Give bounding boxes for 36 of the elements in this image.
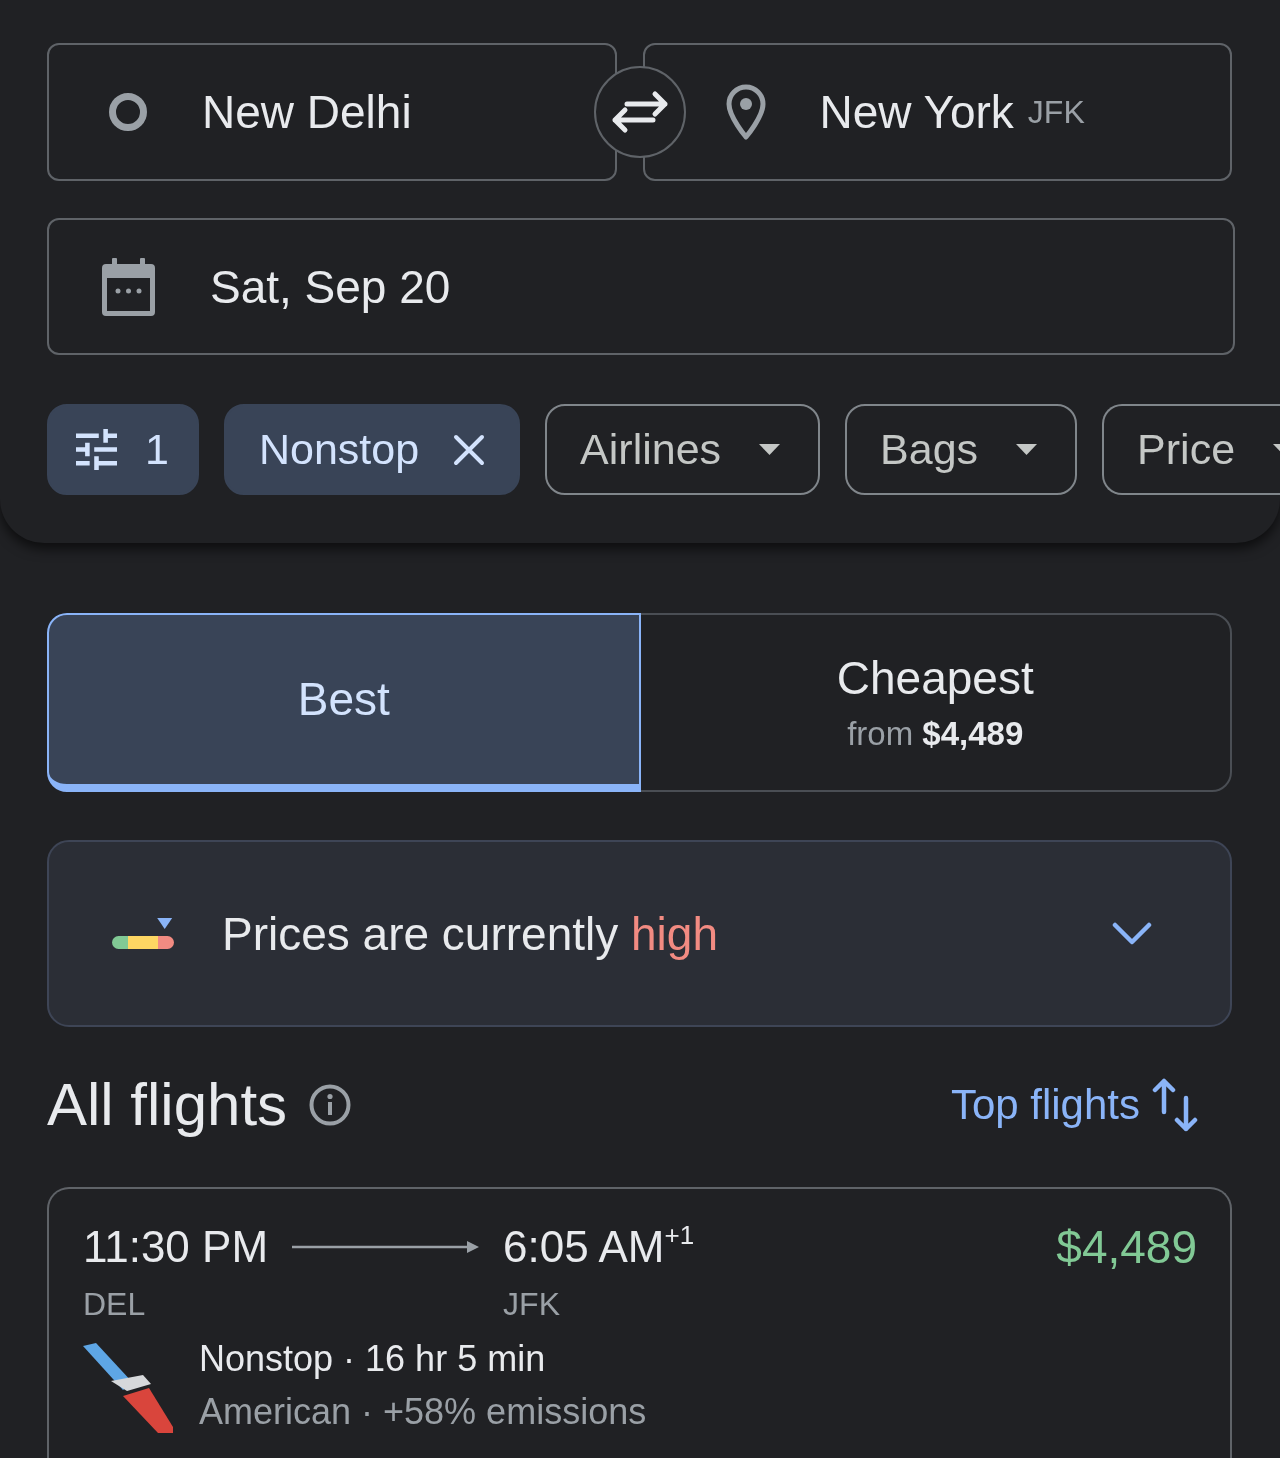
origin-circle-icon	[109, 93, 147, 131]
swap-arrows-icon	[610, 90, 669, 134]
destination-field[interactable]: New York JFK	[642, 43, 1232, 181]
sliders-icon	[76, 429, 117, 470]
sort-icon	[1152, 1076, 1198, 1134]
filter-chip[interactable]: Nonstop	[223, 404, 521, 495]
close-icon	[453, 433, 486, 466]
dropdown-chip[interactable]: Bags	[845, 404, 1078, 495]
price-meter-icon	[112, 917, 174, 950]
arrival-time: 6:05 AM$^{+1}$	[503, 1220, 695, 1273]
location-pin-icon	[724, 84, 767, 140]
date-field[interactable]: Sat, Sep 20	[47, 218, 1235, 355]
info-icon[interactable]	[309, 1084, 352, 1126]
dropdown-chip[interactable]: Price	[1102, 404, 1280, 495]
all-filters-button[interactable]: 1	[47, 404, 199, 495]
departure-time: 11:30 PM	[83, 1221, 269, 1273]
flight-summary: Nonstop · 16 hr 5 min	[199, 1337, 546, 1381]
airline-logo-icon	[83, 1343, 173, 1433]
top-flights-link[interactable]: Top flights	[950, 1076, 1198, 1134]
airport-code: DEL	[83, 1285, 146, 1324]
flight-details: American · +58% emissions	[199, 1390, 647, 1434]
airport-code: JFK	[503, 1285, 560, 1324]
price-insight-card[interactable]: Prices are currently high	[47, 840, 1232, 1027]
route-arrow-icon	[292, 1240, 480, 1254]
origin-field[interactable]: New Delhi	[47, 43, 617, 181]
calendar-icon	[102, 257, 155, 316]
dropdown-chip[interactable]: Airlines	[545, 404, 821, 495]
caret-down-icon	[759, 444, 781, 455]
caret-down-icon	[1016, 444, 1038, 455]
chevron-down-icon	[1112, 921, 1152, 946]
flight-price: $4,489	[1056, 1220, 1197, 1274]
sort-tab[interactable]: Cheapest from $4,489	[638, 613, 1232, 792]
price-insight-text: Prices are currently high	[222, 906, 718, 961]
sort-tab[interactable]: Best	[47, 613, 641, 792]
flight-card[interactable]: 11:30 PM 6:05 AM$^{+1}$ $4,489 DEL JFK Nonstop · 16 hr 5 min American · +58% emissions	[47, 1187, 1232, 1458]
section-title: All flights	[47, 1072, 288, 1138]
